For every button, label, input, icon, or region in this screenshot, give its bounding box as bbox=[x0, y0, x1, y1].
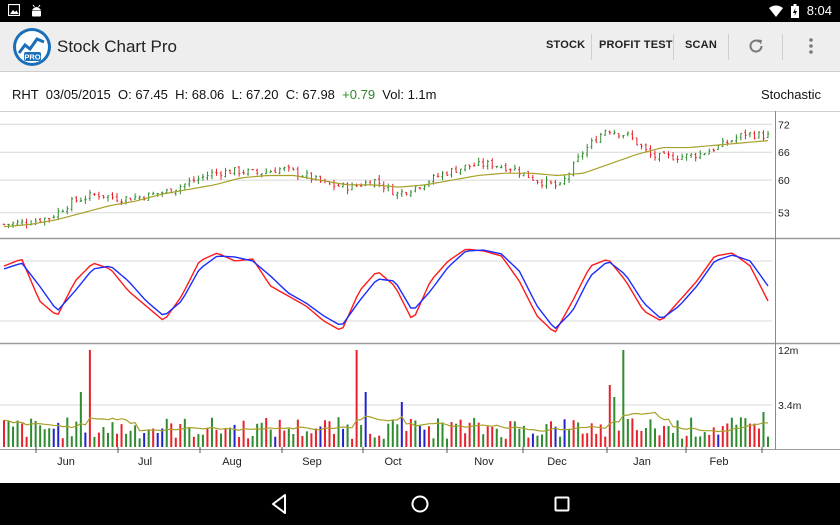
toolbar-divider bbox=[591, 34, 592, 60]
app-title: Stock Chart Pro bbox=[57, 37, 177, 56]
price-tick-label: 53 bbox=[778, 208, 790, 220]
month-label: Aug bbox=[222, 456, 242, 468]
quote-open: O: 67.45 bbox=[118, 87, 168, 102]
stock-button[interactable]: STOCK bbox=[546, 39, 585, 51]
stochastic-pane bbox=[3, 248, 769, 333]
wifi-icon bbox=[768, 5, 783, 17]
back-icon[interactable] bbox=[268, 493, 292, 515]
stoch-k-line bbox=[3, 248, 769, 333]
moving-average-line bbox=[3, 139, 769, 228]
price-tick-label: 72 bbox=[778, 119, 790, 131]
toolbar-divider bbox=[673, 34, 674, 60]
volume-average-line bbox=[3, 411, 769, 433]
quote-date: 03/05/2015 bbox=[45, 87, 111, 102]
app-logo-icon[interactable]: PRO bbox=[12, 27, 52, 67]
chart-grid bbox=[0, 111, 840, 450]
navigation-bar bbox=[0, 483, 840, 525]
volume-tick-label: 3.4m bbox=[778, 400, 802, 412]
volume-pane bbox=[3, 350, 769, 447]
volume-tick-label: 12m bbox=[778, 345, 799, 357]
month-label: Jul bbox=[138, 456, 152, 468]
android-notification-icon bbox=[32, 4, 41, 17]
toolbar-divider bbox=[782, 34, 783, 60]
profit-test-button[interactable]: PROFIT TEST bbox=[599, 39, 673, 51]
clock: 8:04 bbox=[806, 3, 832, 18]
month-label: Oct bbox=[384, 456, 401, 468]
toolbar-divider bbox=[728, 34, 729, 60]
battery-icon bbox=[790, 4, 799, 18]
month-label: Feb bbox=[710, 456, 729, 468]
quote-close: C: 67.98 bbox=[285, 87, 335, 102]
month-label: Jan bbox=[633, 456, 651, 468]
chart-axes: 72 66 60 53 12m 3.4m Jun Jul Aug Sep Oct Nov Dec Jan F… bbox=[35, 119, 802, 468]
status-bar: 8:04 bbox=[0, 0, 840, 22]
month-label: Dec bbox=[547, 456, 567, 468]
quote-change: +0.79 bbox=[342, 87, 376, 102]
refresh-icon[interactable] bbox=[747, 37, 765, 55]
indicator-selector[interactable]: Stochastic bbox=[761, 87, 821, 102]
action-bar: PRO Stock Chart Pro STOCK PROFIT TEST SC… bbox=[0, 22, 840, 72]
gallery-notification-icon bbox=[8, 4, 20, 16]
quote-line: RHT 03/05/2015 O: 67.45 H: 68.06 L: 67.2… bbox=[12, 87, 437, 102]
quote-high: H: 68.06 bbox=[175, 87, 225, 102]
svg-text:PRO: PRO bbox=[24, 53, 40, 62]
quote-volume: Vol: 1.1m bbox=[382, 87, 437, 102]
home-icon[interactable] bbox=[408, 493, 432, 515]
overflow-menu-icon[interactable] bbox=[808, 37, 814, 55]
month-label: Nov bbox=[474, 456, 494, 468]
price-tick-label: 66 bbox=[778, 147, 790, 159]
quote-low: L: 67.20 bbox=[231, 87, 279, 102]
stock-chart[interactable]: 72 66 60 53 12m 3.4m Jun Jul Aug Sep Oct Nov Dec Jan F… bbox=[0, 111, 840, 483]
quote-symbol: RHT bbox=[12, 87, 39, 102]
recents-icon[interactable] bbox=[550, 493, 574, 515]
price-tick-label: 60 bbox=[778, 175, 790, 187]
price-pane bbox=[2, 129, 770, 229]
scan-button[interactable]: SCAN bbox=[685, 39, 717, 51]
month-label: Sep bbox=[302, 456, 322, 468]
month-label: Jun bbox=[57, 456, 75, 468]
